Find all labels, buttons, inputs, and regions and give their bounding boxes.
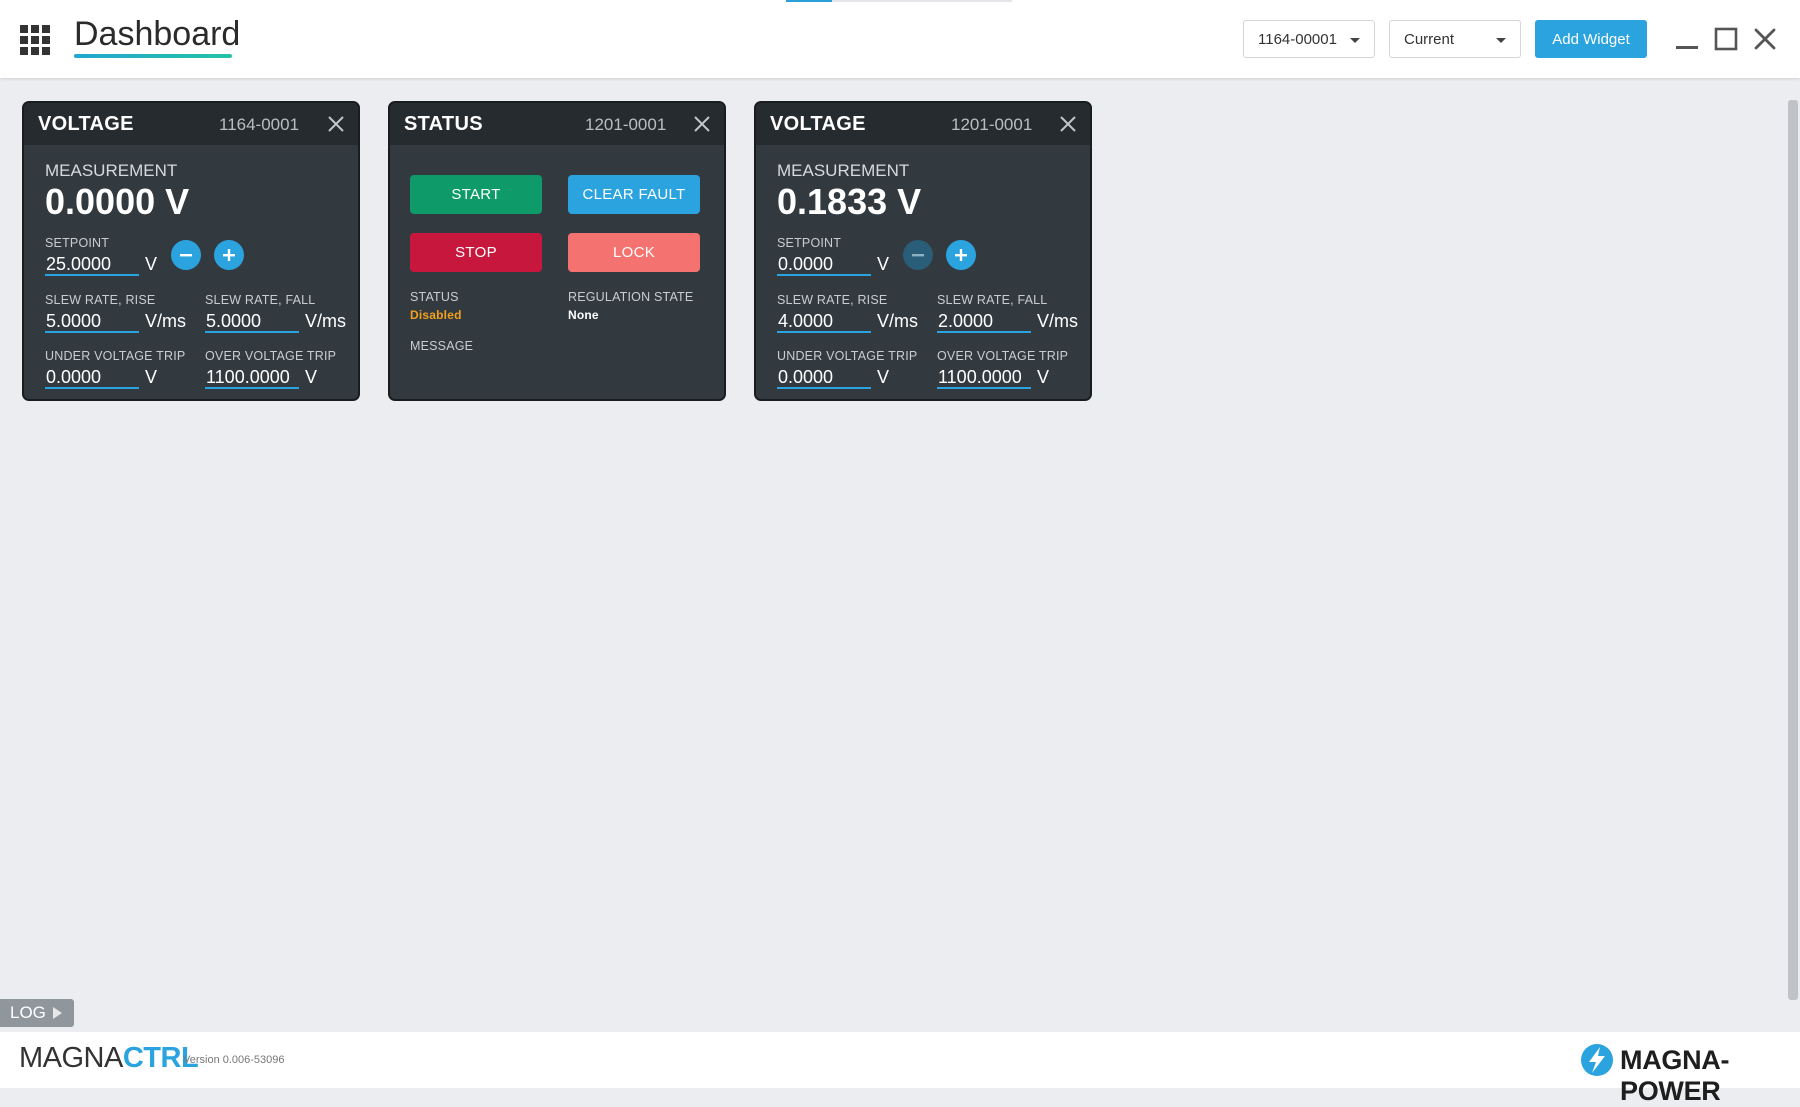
mode-select-value: Current bbox=[1404, 30, 1455, 48]
widget-header: VOLTAGE 1201-0001 bbox=[756, 103, 1090, 145]
setpoint-unit: V bbox=[877, 254, 890, 274]
under-voltage-trip-unit: V bbox=[145, 367, 158, 387]
device-select-value: 1164-00001 bbox=[1258, 30, 1337, 48]
under-voltage-trip-input[interactable]: 0.0000 bbox=[45, 367, 139, 389]
stop-button[interactable]: STOP bbox=[410, 233, 542, 272]
mode-select[interactable]: Current bbox=[1389, 20, 1521, 58]
slew-fall-label: SLEW RATE, FALL bbox=[205, 293, 316, 307]
over-voltage-trip-unit: V bbox=[305, 367, 318, 387]
vertical-scrollbar[interactable] bbox=[1788, 100, 1798, 1000]
regulation-state-value: None bbox=[568, 308, 599, 322]
widget-title: VOLTAGE bbox=[770, 113, 866, 135]
increment-button[interactable] bbox=[946, 240, 976, 270]
slew-rise-input[interactable]: 5.0000 bbox=[45, 311, 139, 333]
measurement-value: 0.1833 V bbox=[777, 181, 922, 222]
widget-title: VOLTAGE bbox=[38, 113, 134, 135]
log-tab-label: LOG bbox=[10, 1003, 46, 1022]
page-title-underline bbox=[74, 54, 232, 58]
magnactrl-logo: MAGNACTRL bbox=[19, 1042, 199, 1075]
voltage-widget: VOLTAGE 1201-0001 MEASUREMENT 0.1833 V S… bbox=[754, 101, 1092, 401]
slew-fall-input[interactable]: 5.0000 bbox=[205, 311, 299, 333]
decrement-button[interactable] bbox=[903, 240, 933, 270]
slew-rise-unit: V/ms bbox=[145, 311, 187, 331]
widget-header: STATUS 1201-0001 bbox=[390, 103, 724, 145]
close-window-icon[interactable] bbox=[1752, 26, 1778, 52]
brand-part-1: MAGNA bbox=[19, 1042, 123, 1074]
over-voltage-trip-unit: V bbox=[1037, 367, 1050, 387]
device-select[interactable]: 1164-00001 bbox=[1243, 20, 1375, 58]
minus-icon bbox=[912, 254, 924, 257]
regulation-state-label: REGULATION STATE bbox=[568, 290, 694, 304]
maximize-icon[interactable] bbox=[1713, 26, 1739, 52]
minus-icon bbox=[180, 254, 192, 257]
under-voltage-trip-label: UNDER VOLTAGE TRIP bbox=[777, 349, 918, 363]
minimize-icon[interactable] bbox=[1674, 26, 1700, 52]
over-voltage-trip-input[interactable]: 1100.0000 bbox=[205, 367, 299, 389]
status-label: STATUS bbox=[410, 290, 459, 304]
slew-rise-input[interactable]: 4.0000 bbox=[777, 311, 871, 333]
close-widget-icon[interactable] bbox=[327, 115, 345, 133]
widget-header: VOLTAGE 1164-0001 bbox=[24, 103, 358, 145]
increment-button[interactable] bbox=[214, 240, 244, 270]
close-widget-icon[interactable] bbox=[693, 115, 711, 133]
widget-device-id: 1201-0001 bbox=[585, 115, 667, 134]
top-tab-indicator-active bbox=[786, 0, 832, 2]
measurement-label: MEASUREMENT bbox=[45, 161, 178, 180]
plus-icon bbox=[955, 249, 967, 261]
setpoint-input[interactable]: 0.0000 bbox=[777, 254, 871, 276]
add-widget-button[interactable]: Add Widget bbox=[1535, 20, 1647, 58]
status-value: Disabled bbox=[410, 308, 462, 322]
lightning-bolt-icon bbox=[1581, 1044, 1613, 1076]
setpoint-input[interactable]: 25.0000 bbox=[45, 254, 139, 276]
plus-icon bbox=[223, 249, 235, 261]
slew-rise-label: SLEW RATE, RISE bbox=[45, 293, 156, 307]
page-title: Dashboard bbox=[74, 15, 241, 53]
version-text: Version 0.006-53096 bbox=[183, 1054, 285, 1066]
slew-fall-unit: V/ms bbox=[1037, 311, 1079, 331]
slew-fall-input[interactable]: 2.0000 bbox=[937, 311, 1031, 333]
lock-button[interactable]: LOCK bbox=[568, 233, 700, 272]
widget-device-id: 1201-0001 bbox=[951, 115, 1033, 134]
message-label: MESSAGE bbox=[410, 339, 474, 353]
top-bar: Dashboard 1164-00001 Current Add Widget bbox=[0, 0, 1800, 78]
measurement-value: 0.0000 V bbox=[45, 181, 190, 222]
chevron-down-icon bbox=[1496, 38, 1506, 43]
apps-grid-icon[interactable] bbox=[20, 25, 50, 55]
company-name: MAGNA-POWER bbox=[1620, 1045, 1730, 1106]
log-toggle-button[interactable]: LOG bbox=[0, 999, 74, 1027]
slew-fall-unit: V/ms bbox=[305, 311, 347, 331]
widget-device-id: 1164-0001 bbox=[219, 115, 300, 134]
under-voltage-trip-input[interactable]: 0.0000 bbox=[777, 367, 871, 389]
clear-fault-button[interactable]: CLEAR FAULT bbox=[568, 175, 700, 214]
chevron-down-icon bbox=[1350, 38, 1360, 43]
setpoint-label: SETPOINT bbox=[45, 236, 110, 250]
voltage-widget: VOLTAGE 1164-0001 MEASUREMENT 0.0000 V S… bbox=[22, 101, 360, 401]
close-widget-icon[interactable] bbox=[1059, 115, 1077, 133]
setpoint-label: SETPOINT bbox=[777, 236, 842, 250]
measurement-label: MEASUREMENT bbox=[777, 161, 910, 180]
slew-rise-label: SLEW RATE, RISE bbox=[777, 293, 888, 307]
decrement-button[interactable] bbox=[171, 240, 201, 270]
status-widget: STATUS 1201-0001 START CLEAR FAULT STOP … bbox=[388, 101, 726, 401]
footer: MAGNACTRL Version 0.006-53096 MAGNA-POWE… bbox=[0, 1032, 1800, 1106]
slew-fall-label: SLEW RATE, FALL bbox=[937, 293, 1048, 307]
over-voltage-trip-input[interactable]: 1100.0000 bbox=[937, 367, 1031, 389]
slew-rise-unit: V/ms bbox=[877, 311, 919, 331]
setpoint-unit: V bbox=[145, 254, 158, 274]
start-button[interactable]: START bbox=[410, 175, 542, 214]
under-voltage-trip-label: UNDER VOLTAGE TRIP bbox=[45, 349, 186, 363]
under-voltage-trip-unit: V bbox=[877, 367, 890, 387]
play-arrow-icon bbox=[53, 1007, 62, 1019]
over-voltage-trip-label: OVER VOLTAGE TRIP bbox=[937, 349, 1069, 363]
widget-title: STATUS bbox=[404, 113, 483, 135]
over-voltage-trip-label: OVER VOLTAGE TRIP bbox=[205, 349, 337, 363]
